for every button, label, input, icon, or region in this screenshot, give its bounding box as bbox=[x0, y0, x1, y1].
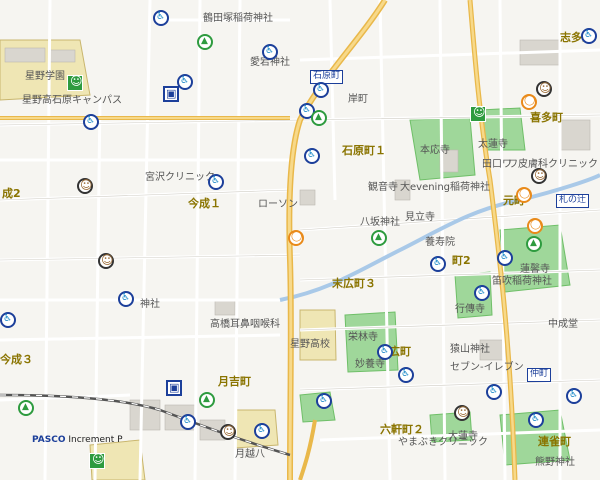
accessible-toilet-icon[interactable] bbox=[377, 344, 393, 360]
town-label: 今成３ bbox=[0, 353, 33, 366]
place-label: 鶴田塚稲荷神社 bbox=[203, 13, 273, 24]
town-label: 連雀町 bbox=[538, 435, 571, 448]
school-icon[interactable] bbox=[470, 105, 486, 122]
place-label: 養寿院 bbox=[425, 237, 455, 248]
map-canvas[interactable]: 志多町 石原町１ 喜多町 元町 今成１ 末広町３ 月吉町 六軒町２ 連雀町 成2… bbox=[0, 0, 600, 480]
childcare-icon[interactable] bbox=[98, 253, 114, 269]
town-label: 成2 bbox=[2, 187, 21, 200]
accessible-toilet-icon[interactable] bbox=[581, 28, 597, 44]
museum-icon[interactable] bbox=[163, 86, 179, 102]
place-label: 見立寺 bbox=[405, 212, 435, 223]
accessible-toilet-icon[interactable] bbox=[262, 44, 278, 60]
childcare-icon[interactable] bbox=[77, 178, 93, 194]
town-label: 末広町３ bbox=[332, 277, 376, 290]
place-label: 星野高石原キャンパス bbox=[22, 95, 122, 106]
place-label: 月越八 bbox=[235, 449, 265, 460]
park-icon[interactable] bbox=[311, 110, 327, 126]
place-label: 妙養寺 bbox=[355, 359, 385, 370]
place-label: やまぶきクリニック bbox=[398, 437, 488, 448]
place-label: セブン-イレブン bbox=[450, 362, 524, 373]
accessible-toilet-icon[interactable] bbox=[566, 388, 582, 404]
museum-icon[interactable] bbox=[526, 236, 542, 252]
accessible-toilet-icon[interactable] bbox=[254, 423, 270, 439]
brand-name: PASCO bbox=[32, 435, 66, 445]
accessible-toilet-icon[interactable] bbox=[83, 114, 99, 130]
place-label: 行傳寺 bbox=[455, 304, 485, 315]
accessible-toilet-icon[interactable] bbox=[304, 148, 320, 164]
school-area bbox=[299, 309, 337, 361]
accessible-toilet-icon[interactable] bbox=[316, 393, 332, 409]
park-icon[interactable] bbox=[197, 34, 213, 50]
station-label[interactable]: 仲町 bbox=[527, 368, 552, 382]
childcare-icon[interactable] bbox=[220, 424, 236, 440]
school-icon[interactable] bbox=[67, 74, 83, 91]
park-icon[interactable] bbox=[371, 230, 387, 246]
landmark-icon[interactable] bbox=[527, 218, 543, 234]
town-label: 喜多町 bbox=[530, 111, 563, 124]
place-label: 太蓮寺 bbox=[478, 139, 508, 150]
place-label: 栄林寺 bbox=[348, 332, 378, 343]
place-label: 高橋耳鼻咽喉科 bbox=[210, 319, 280, 330]
place-label: 猿山神社 bbox=[450, 344, 490, 355]
station-label[interactable]: 札の辻 bbox=[556, 194, 590, 208]
school-icon[interactable] bbox=[89, 452, 105, 469]
accessible-toilet-icon[interactable] bbox=[430, 256, 446, 272]
accessible-toilet-icon[interactable] bbox=[313, 82, 329, 98]
accessible-toilet-icon[interactable] bbox=[177, 74, 193, 90]
town-label: 町2 bbox=[452, 254, 471, 267]
place-label: 本応寺 bbox=[420, 145, 450, 156]
childcare-icon[interactable] bbox=[454, 405, 470, 421]
place-label: ローソン bbox=[258, 199, 298, 210]
childcare-icon[interactable] bbox=[536, 81, 552, 97]
town-label: 月吉町 bbox=[218, 375, 251, 388]
town-label: 今成１ bbox=[188, 197, 221, 210]
accessible-toilet-icon[interactable] bbox=[497, 250, 513, 266]
accessible-toilet-icon[interactable] bbox=[486, 384, 502, 400]
place-label: 神社 bbox=[140, 299, 160, 310]
place-label: 蓮馨寺 bbox=[520, 264, 550, 275]
accessible-toilet-icon[interactable] bbox=[118, 291, 134, 307]
place-label: 八坂神社 bbox=[360, 217, 400, 228]
accessible-toilet-icon[interactable] bbox=[474, 285, 490, 301]
accessible-toilet-icon[interactable] bbox=[0, 312, 16, 328]
place-label: 熊野神社 bbox=[535, 457, 575, 468]
place-label: 中成堂 bbox=[548, 319, 578, 330]
town-label: 六軒町２ bbox=[380, 423, 424, 436]
town-label: 石原町１ bbox=[342, 144, 386, 157]
place-label: 宮沢クリニック bbox=[145, 172, 215, 183]
landmark-icon[interactable] bbox=[516, 187, 532, 203]
accessible-toilet-icon[interactable] bbox=[528, 412, 544, 428]
childcare-icon[interactable] bbox=[531, 168, 547, 184]
accessible-toilet-icon[interactable] bbox=[180, 414, 196, 430]
place-label: 星野学園 bbox=[25, 71, 65, 82]
post-office-icon[interactable] bbox=[166, 380, 182, 396]
station-label[interactable]: 石原町 bbox=[310, 70, 344, 84]
place-label: 星野高校 bbox=[290, 339, 330, 350]
map-copyright: PASCO Increment P bbox=[32, 435, 123, 445]
park-icon[interactable] bbox=[199, 392, 215, 408]
accessible-toilet-icon[interactable] bbox=[153, 10, 169, 26]
place-label: 大evening稲荷神社 bbox=[400, 182, 491, 193]
landmark-icon[interactable] bbox=[521, 94, 537, 110]
place-label: 観音寺 bbox=[368, 182, 398, 193]
place-label: クリニック bbox=[548, 159, 598, 170]
accessible-toilet-icon[interactable] bbox=[398, 367, 414, 383]
place-label: 岸町 bbox=[348, 94, 368, 105]
place-label: 笛吹稲荷神社 bbox=[492, 276, 552, 287]
brand-suffix: Increment P bbox=[68, 435, 123, 445]
landmark-icon[interactable] bbox=[288, 230, 304, 246]
accessible-toilet-icon[interactable] bbox=[208, 174, 224, 190]
park-icon[interactable] bbox=[18, 400, 34, 416]
